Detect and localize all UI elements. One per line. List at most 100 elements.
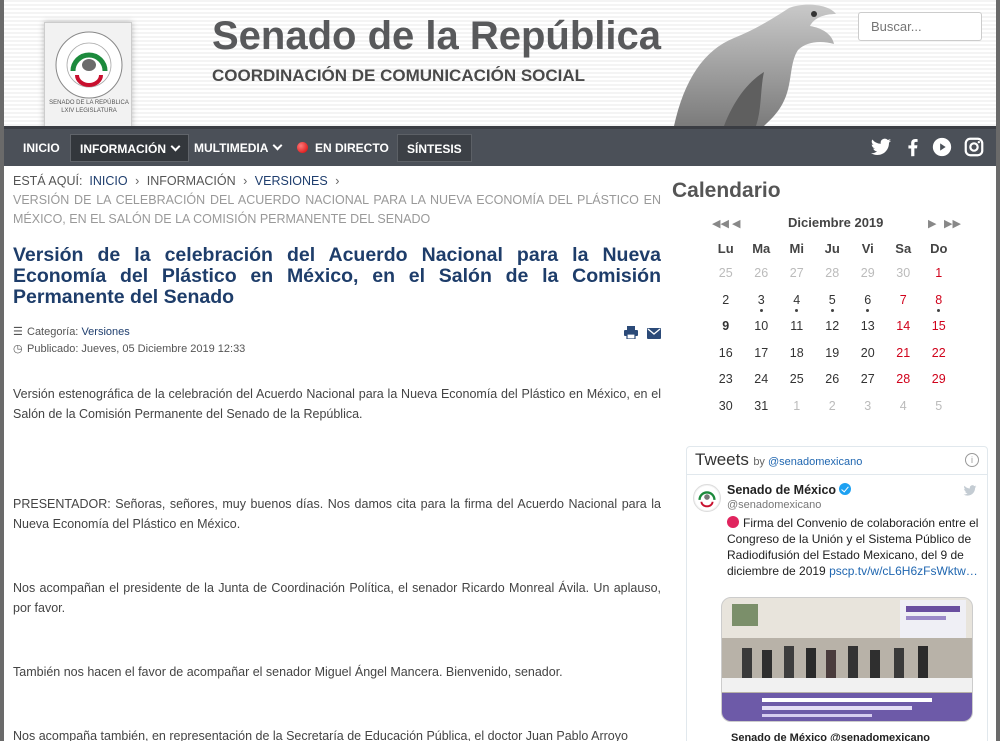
tweet-text: Firma del Convenio de colaboración entre… bbox=[727, 515, 979, 579]
search-input[interactable] bbox=[858, 12, 982, 41]
calendar-day: 3 bbox=[864, 398, 872, 413]
calendar-day[interactable]: 14 bbox=[886, 313, 922, 340]
calendar-day[interactable]: 27 bbox=[850, 366, 886, 393]
prev-month-icon[interactable]: ◀ bbox=[732, 217, 740, 230]
info-icon[interactable]: i bbox=[965, 453, 979, 467]
next-tweet-author[interactable]: Senado de México @senadomexicano bbox=[731, 732, 930, 741]
timeline-by: by @senadomexicano bbox=[753, 456, 862, 468]
nav-item-multimedia[interactable]: MULTIMEDIA bbox=[185, 134, 290, 162]
calendar-day[interactable]: 31 bbox=[744, 393, 780, 420]
calendar-day-today[interactable]: 9 bbox=[708, 313, 744, 340]
calendar-day[interactable]: 18 bbox=[779, 340, 815, 367]
breadcrumb-link-inicio[interactable]: INICIO bbox=[89, 174, 127, 188]
article-actions bbox=[623, 326, 661, 345]
nav-item-en-directo[interactable]: EN DIRECTO bbox=[288, 134, 398, 162]
breadcrumb-separator: › bbox=[243, 174, 248, 188]
breadcrumb-prefix: ESTÁ AQUÍ: bbox=[13, 174, 83, 188]
weekday-header: Ju bbox=[824, 240, 840, 256]
weekday-header: Ma bbox=[752, 240, 771, 256]
tweet-link[interactable]: pscp.tv/w/cL6H6zFsWktw… bbox=[829, 564, 978, 578]
next-year-icon[interactable]: ▶▶ bbox=[944, 217, 961, 230]
main-nav: INICIO INFORMACIÓN MULTIMEDIA EN DIRECTO… bbox=[4, 126, 996, 166]
weekday-header: Sa bbox=[895, 240, 912, 256]
timeline-handle-link[interactable]: @senadomexicano bbox=[768, 456, 862, 468]
calendar-day: 25 bbox=[718, 266, 733, 281]
email-icon[interactable] bbox=[647, 328, 661, 339]
calendar-day[interactable]: 7 bbox=[886, 287, 922, 314]
nav-label: EN DIRECTO bbox=[315, 141, 389, 155]
print-icon[interactable] bbox=[623, 326, 638, 340]
nav-item-sintesis[interactable]: SÍNTESIS bbox=[397, 134, 472, 162]
calendar-day[interactable]: 26 bbox=[815, 366, 851, 393]
verified-icon bbox=[839, 483, 852, 495]
calendar-day[interactable]: 10 bbox=[744, 313, 780, 340]
nav-item-inicio[interactable]: INICIO bbox=[14, 134, 69, 162]
calendar-day[interactable]: 22 bbox=[921, 340, 957, 367]
calendar-day[interactable]: 30 bbox=[708, 393, 744, 420]
calendar-day[interactable]: 15 bbox=[921, 313, 957, 340]
calendar-day[interactable]: 23 bbox=[708, 366, 744, 393]
play-icon[interactable] bbox=[931, 136, 953, 158]
calendar-day[interactable]: 21 bbox=[886, 340, 922, 367]
tweet: Senado de México @senadomexicano Firma d… bbox=[687, 475, 987, 579]
breadcrumb: ESTÁ AQUÍ: INICIO › INFORMACIÓN › VERSIO… bbox=[13, 172, 661, 191]
calendar-day[interactable]: 13 bbox=[850, 313, 886, 340]
calendar-day: 2 bbox=[828, 398, 836, 413]
category-label: Categoría: bbox=[27, 326, 79, 338]
site-title[interactable]: Senado de la República bbox=[212, 14, 661, 59]
calendar-day: 1 bbox=[793, 398, 801, 413]
breadcrumb-item-informacion: INFORMACIÓN bbox=[146, 174, 236, 188]
twitter-icon[interactable] bbox=[870, 136, 892, 158]
article-column: ESTÁ AQUÍ: INICIO › INFORMACIÓN › VERSIO… bbox=[13, 172, 661, 741]
timeline-title: Tweets bbox=[695, 450, 749, 469]
nav-item-informacion[interactable]: INFORMACIÓN bbox=[70, 134, 189, 162]
timeline-header: Tweets by @senadomexicano i bbox=[687, 447, 987, 475]
calendar-day[interactable]: 28 bbox=[886, 366, 922, 393]
tweet-media-image[interactable] bbox=[721, 597, 973, 722]
calendar-day-with-event[interactable]: 5 bbox=[815, 287, 851, 314]
calendar-day[interactable]: 17 bbox=[744, 340, 780, 367]
article-meta: ☰ Categoría: Versiones ◷ Publicado: Jueves… bbox=[13, 324, 661, 358]
calendar-day-with-event[interactable]: 8 bbox=[921, 287, 957, 314]
calendar-day[interactable]: 11 bbox=[779, 313, 815, 340]
calendar-day[interactable]: 12 bbox=[815, 313, 851, 340]
instagram-icon[interactable] bbox=[963, 136, 985, 158]
breadcrumb-separator: › bbox=[135, 174, 140, 188]
calendar-day[interactable]: 16 bbox=[708, 340, 744, 367]
calendar-day: 29 bbox=[860, 266, 875, 281]
avatar[interactable] bbox=[693, 484, 721, 512]
calendar-day[interactable]: 1 bbox=[921, 260, 957, 287]
nav-label: INFORMACIÓN bbox=[80, 142, 166, 156]
calendar-day[interactable]: 24 bbox=[744, 366, 780, 393]
category-link[interactable]: Versiones bbox=[81, 326, 129, 338]
calendar-day[interactable]: 29 bbox=[921, 366, 957, 393]
senate-logo[interactable]: SENADO DE LA REPÚBLICA LXIV LEGISLATURA bbox=[44, 22, 132, 126]
live-dot-icon bbox=[297, 142, 308, 153]
prev-year-icon[interactable]: ◀◀ bbox=[712, 217, 729, 230]
author-name: Senado de México bbox=[727, 483, 837, 497]
calendar-day-with-event[interactable]: 4 bbox=[779, 287, 815, 314]
breadcrumb-link-versiones[interactable]: VERSIONES bbox=[255, 174, 328, 188]
calendar-day[interactable]: 20 bbox=[850, 340, 886, 367]
seal-bottom-text: LXIV LEGISLATURA bbox=[61, 108, 117, 114]
calendar-day: 4 bbox=[899, 398, 907, 413]
calendar-day: 27 bbox=[789, 266, 804, 281]
article-paragraph: También nos hacen el favor de acompañar … bbox=[13, 665, 563, 679]
calendar-day[interactable]: 19 bbox=[815, 340, 851, 367]
seal-top-text: SENADO DE LA REPÚBLICA bbox=[49, 100, 129, 106]
by-label: by bbox=[753, 456, 765, 468]
tweet-handle[interactable]: @senadomexicano bbox=[727, 498, 979, 512]
facebook-icon[interactable] bbox=[902, 136, 924, 158]
article-paragraph: PRESENTADOR: Señoras, señores, muy bueno… bbox=[13, 497, 661, 531]
calendar-day[interactable]: 25 bbox=[779, 366, 815, 393]
calendar-day-with-event[interactable]: 3 bbox=[744, 287, 780, 314]
calendar-day-with-event[interactable]: 6 bbox=[850, 287, 886, 314]
list-icon: ☰ bbox=[13, 326, 23, 338]
weekday-header: Vi bbox=[861, 240, 874, 256]
next-month-icon[interactable]: ▶ bbox=[928, 217, 936, 230]
tweet-author[interactable]: Senado de México bbox=[727, 483, 979, 498]
senate-seal-icon bbox=[55, 31, 123, 99]
calendar-day[interactable]: 2 bbox=[708, 287, 744, 314]
calendar-month: Diciembre 2019 bbox=[788, 215, 884, 230]
twitter-bird-icon[interactable] bbox=[963, 485, 977, 497]
